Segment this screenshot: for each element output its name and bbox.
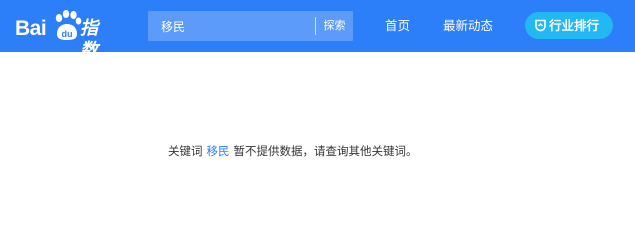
message-suffix: 暂不提供数据，请查询其他关键词。 [233, 144, 418, 158]
nav-home-link[interactable]: 首页 [385, 17, 410, 35]
industry-ranking-button[interactable]: 行业排行 [525, 12, 613, 39]
logo-text-du: du [62, 29, 73, 39]
baidu-index-logo[interactable]: Bai du 指数 [15, 10, 115, 61]
logo-text-zhishu: 指数 [80, 18, 98, 61]
search-input[interactable] [148, 11, 316, 41]
top-header: Bai du 指数 探索 首页 最新动态 行业排行 [0, 0, 635, 61]
message-prefix: 关键词 [168, 144, 203, 158]
nav-news-link[interactable]: 最新动态 [443, 17, 493, 35]
ranking-badge-icon [535, 19, 546, 32]
search-box: 探索 [148, 11, 353, 41]
industry-ranking-label: 行业排行 [549, 18, 600, 33]
baidu-paw-icon: du [55, 10, 82, 40]
search-button[interactable]: 探索 [316, 11, 353, 41]
no-data-message: 关键词 移民 暂不提供数据，请查询其他关键词。 [168, 142, 418, 160]
logo-text-bai: Bai [15, 17, 47, 40]
keyword-highlight: 移民 [206, 144, 230, 158]
